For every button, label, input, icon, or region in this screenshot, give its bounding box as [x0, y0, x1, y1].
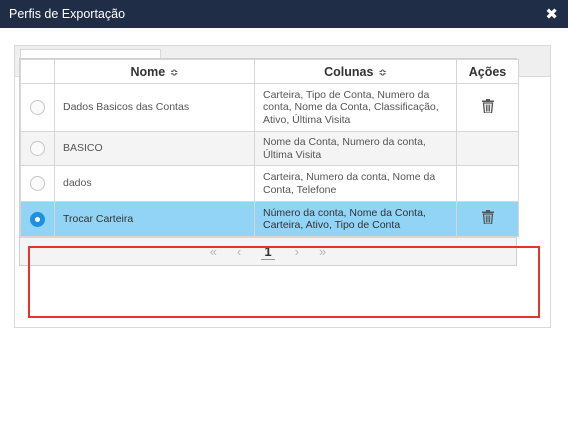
close-icon[interactable]: ✖	[545, 7, 558, 22]
select-column-header	[20, 59, 55, 84]
row-radio-selected[interactable]	[30, 211, 45, 227]
next-page-button[interactable]: ›	[295, 244, 299, 259]
row-radio[interactable]	[30, 176, 45, 191]
row-nome: BASICO	[54, 131, 255, 166]
first-page-button[interactable]: «	[210, 244, 217, 259]
table-row-selected[interactable]: Trocar Carteira Número da conta, Nome da…	[20, 201, 519, 237]
row-actions	[456, 201, 519, 237]
column-header-nome[interactable]: Nome ≎	[54, 59, 255, 84]
pagination: « ‹ 1 › »	[20, 237, 516, 265]
last-page-button[interactable]: »	[319, 244, 326, 259]
row-colunas: Nome da Conta, Numero da conta, Última V…	[254, 131, 457, 166]
table-row[interactable]: BASICO Nome da Conta, Numero da conta, Ú…	[20, 131, 519, 166]
sort-icon[interactable]: ≎	[170, 68, 178, 79]
table-row[interactable]: Dados Basicos das Contas Carteira, Tipo …	[20, 83, 519, 132]
current-page[interactable]: 1	[261, 244, 275, 260]
table-header-row: Nome ≎ Colunas ≎ Ações	[20, 59, 519, 84]
row-colunas: Carteira, Numero da conta, Nome da Conta…	[254, 165, 457, 202]
dialog-titlebar: Perfis de Exportação ✖	[0, 0, 568, 28]
row-nome: Trocar Carteira	[54, 201, 255, 237]
column-header-nome-label: Nome	[130, 64, 166, 79]
profiles-table: Nome ≎ Colunas ≎ Ações Dados Basicos das C…	[20, 59, 519, 237]
prev-page-button[interactable]: ‹	[237, 244, 241, 259]
column-header-acoes: Ações	[456, 59, 519, 84]
row-radio[interactable]	[30, 141, 45, 156]
row-actions	[456, 131, 519, 166]
table-row[interactable]: dados Carteira, Numero da conta, Nome da…	[20, 165, 519, 202]
column-header-colunas[interactable]: Colunas ≎	[254, 59, 457, 84]
row-actions	[456, 83, 519, 132]
row-select-cell	[20, 131, 55, 166]
trash-icon[interactable]	[481, 98, 494, 113]
row-colunas: Carteira, Tipo de Conta, Numero da conta…	[254, 83, 457, 132]
row-nome: dados	[54, 165, 255, 202]
trash-icon[interactable]	[481, 210, 494, 225]
profiles-grid: Nome ≎ Colunas ≎ Ações Dados Basicos das C…	[19, 58, 519, 266]
column-header-colunas-label: Colunas	[324, 64, 374, 79]
row-radio[interactable]	[30, 100, 45, 115]
row-colunas: Número da conta, Nome da Conta, Carteira…	[254, 201, 457, 237]
row-select-cell	[20, 201, 55, 237]
row-actions	[456, 165, 519, 202]
row-nome: Dados Basicos das Contas	[54, 83, 255, 132]
row-select-cell	[20, 165, 55, 202]
row-select-cell	[20, 83, 55, 132]
dialog-title: Perfis de Exportação	[9, 7, 126, 21]
sort-icon[interactable]: ≎	[378, 68, 386, 79]
